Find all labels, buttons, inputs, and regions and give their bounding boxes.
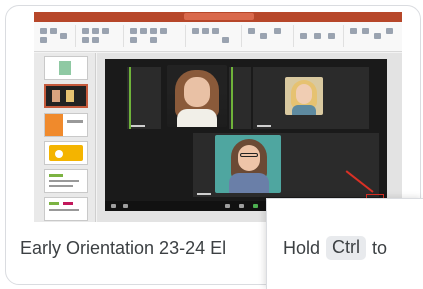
powerpoint-ribbon: [34, 22, 402, 52]
tooltip-suffix: to: [372, 237, 388, 258]
slide-panel: [34, 53, 96, 222]
slide-thumb-active: [44, 84, 88, 108]
slide-thumb: [44, 197, 88, 221]
slide-editor: [97, 53, 402, 222]
keyboard-hint-tooltip: Hold Ctrl to: [266, 198, 423, 289]
file-title[interactable]: Early Orientation 23-24 El: [20, 238, 280, 259]
presentation-thumbnail[interactable]: [34, 12, 402, 222]
slide-thumb: [44, 169, 88, 193]
tooltip-prefix: Hold: [283, 237, 321, 258]
slide-thumb: [44, 113, 88, 137]
zoom-call-slide: [105, 59, 387, 211]
participant-video-1: [167, 65, 227, 127]
participant-video-2: [285, 77, 323, 115]
slide-thumb: [44, 141, 88, 165]
slide-thumb: [44, 56, 88, 80]
participant-video-3: [215, 135, 281, 193]
ctrl-key-badge: Ctrl: [326, 236, 367, 260]
powerpoint-title-bar: [34, 12, 402, 27]
